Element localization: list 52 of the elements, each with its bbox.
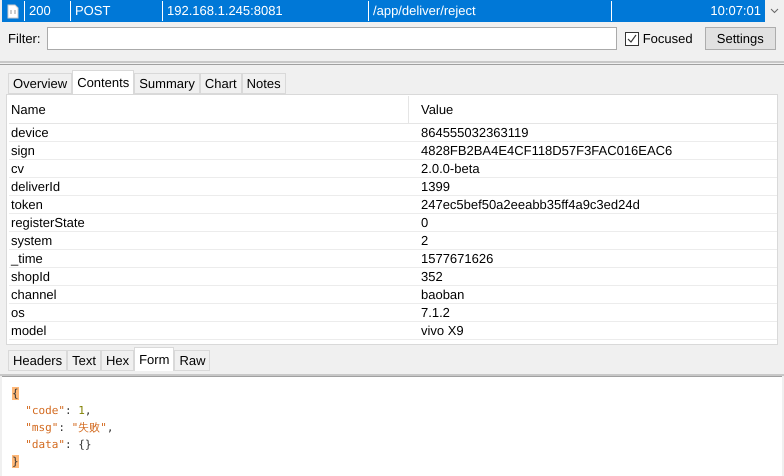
focused-label: Focused [642,30,693,48]
name-cell-text: channel [10,286,58,304]
value-cell-text: 352 [420,268,444,286]
name-cell-text: registerState [10,214,86,232]
value-cell-text: 1577671626 [420,250,494,268]
value-cell-text: vivo X9 [420,322,465,340]
column-header[interactable]: Value [409,96,777,123]
status-cell: 200 [24,1,70,21]
focused-checkbox[interactable] [624,32,639,46]
value-cell-text: 7.1.2 [420,304,451,322]
tab[interactable]: Chart [200,73,242,94]
column-header[interactable]: Name [9,96,409,123]
value-cell-text: 2.0.0-beta [420,160,481,178]
time-cell: 10:07:01 [611,1,765,21]
host-cell: 192.168.1.245:8081 [162,1,368,21]
filter-label: Filter: [8,30,40,48]
tab[interactable]: Raw [174,350,210,371]
filter-field[interactable] [46,27,617,50]
session-row[interactable]: 200 POST 192.168.1.245:8081 /app/deliver/reject 10:07:01 [2,0,765,22]
tab[interactable]: Overview [8,73,72,94]
value-cell-text: 0 [420,214,430,232]
code-line: "msg": "失败", [24,420,114,436]
value-cell-text: 2 [420,232,430,250]
value-cell-text: 4828FB2BA4E4CF118D57F3FAC016EAC6 [420,142,674,160]
name-cell-text: os [10,304,26,322]
name-cell-text: device [10,124,50,142]
tab[interactable]: Hex [100,350,134,371]
name-cell-text: system [10,232,54,250]
value-cell-text: 247ec5bef50a2eeabb35ff4a9c3ed24d [420,196,641,214]
name-cell-text: _time [10,250,44,268]
tab[interactable]: Summary [134,73,200,94]
tab[interactable]: Headers [8,350,68,371]
name-cell-text: model [10,322,48,340]
value-cell-text: 1399 [420,178,451,196]
document-icon [7,4,19,18]
value-cell-text: baoban [420,286,466,304]
settings-button[interactable]: Settings [704,27,776,50]
name-cell-text: deliverId [10,178,62,196]
tab[interactable]: Text [67,350,101,371]
tab[interactable]: Form [134,347,174,371]
path-cell: /app/deliver/reject [368,1,611,21]
value-cell-text: 864555032363119 [420,124,530,142]
method-cell: POST [70,1,162,21]
tab[interactable]: Contents [72,70,134,94]
code-line: "code": 1, [24,403,92,419]
name-cell-text: token [10,196,44,214]
name-cell-text: sign [10,142,36,160]
code-line: "data": {} [24,437,92,453]
name-cell-text: cv [10,160,25,178]
scroll-down-icon[interactable] [770,8,779,14]
tab[interactable]: Notes [242,73,286,94]
name-cell-text: shopId [10,268,52,286]
